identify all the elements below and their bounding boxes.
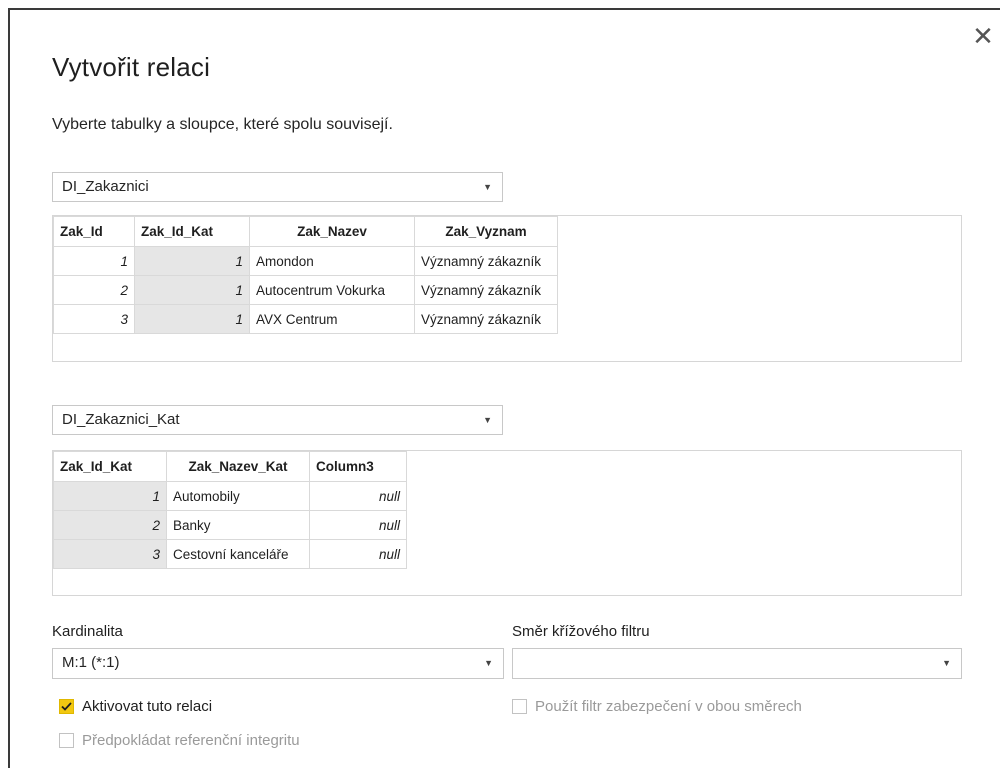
table-row: 2 Banky null	[53, 510, 407, 540]
table-cell: Významný zákazník	[414, 304, 558, 334]
cross-filter-label: Směr křížového filtru	[512, 623, 650, 640]
cardinality-select[interactable]: M:1 (*:1) ▼	[52, 648, 504, 679]
table-cell: null	[309, 481, 407, 511]
table2-col-header[interactable]: Zak_Nazev_Kat	[166, 451, 310, 482]
table2-select-value: DI_Zakaznici_Kat	[62, 411, 180, 428]
referential-integrity-checkbox[interactable]: Předpokládat referenční integritu	[59, 732, 300, 749]
table1-col-header[interactable]: Zak_Vyznam	[414, 216, 558, 247]
table-cell: Významný zákazník	[414, 246, 558, 276]
table-cell: Cestovní kanceláře	[166, 539, 310, 569]
table-cell: Banky	[166, 510, 310, 540]
table2-col-header[interactable]: Zak_Id_Kat	[53, 451, 167, 482]
table-cell: 2	[53, 510, 167, 540]
table1-header-row: Zak_Id Zak_Id_Kat Zak_Nazev Zak_Vyznam	[53, 216, 558, 247]
chevron-down-icon: ▼	[483, 415, 492, 425]
activate-relation-checkbox[interactable]: Aktivovat tuto relaci	[59, 698, 212, 715]
table-row: 1 Automobily null	[53, 481, 407, 511]
table-cell: 1	[134, 275, 250, 305]
table-cell: 3	[53, 539, 167, 569]
table-cell: 1	[134, 304, 250, 334]
table2-select[interactable]: DI_Zakaznici_Kat ▼	[52, 405, 503, 435]
table1-col-header[interactable]: Zak_Nazev	[249, 216, 415, 247]
table1-col-header[interactable]: Zak_Id_Kat	[134, 216, 250, 247]
table2-grid: Zak_Id_Kat Zak_Nazev_Kat Column3 1 Autom…	[53, 451, 407, 569]
table-row: 2 1 Autocentrum Vokurka Významný zákazní…	[53, 275, 558, 305]
table2-header-row: Zak_Id_Kat Zak_Nazev_Kat Column3	[53, 451, 407, 482]
referential-integrity-label: Předpokládat referenční integritu	[82, 732, 300, 749]
checkmark-icon	[59, 699, 74, 714]
table-cell: Automobily	[166, 481, 310, 511]
cardinality-label: Kardinalita	[52, 623, 123, 640]
cardinality-value: M:1 (*:1)	[62, 654, 120, 671]
table-row: 3 1 AVX Centrum Významný zákazník	[53, 304, 558, 334]
close-icon[interactable]: ✕	[972, 23, 994, 49]
table-cell: 1	[53, 246, 135, 276]
table-cell: 1	[134, 246, 250, 276]
table-cell: 2	[53, 275, 135, 305]
chevron-down-icon: ▼	[483, 182, 492, 192]
table-cell: 3	[53, 304, 135, 334]
chevron-down-icon: ▼	[484, 658, 493, 668]
chevron-down-icon: ▼	[942, 658, 951, 668]
table-cell: Významný zákazník	[414, 275, 558, 305]
table1-grid: Zak_Id Zak_Id_Kat Zak_Nazev Zak_Vyznam 1…	[53, 216, 558, 334]
checkbox-empty-icon	[59, 733, 74, 748]
table-cell: Amondon	[249, 246, 415, 276]
table2-preview: Zak_Id_Kat Zak_Nazev_Kat Column3 1 Autom…	[52, 450, 962, 596]
table2-col-header[interactable]: Column3	[309, 451, 407, 482]
checkbox-empty-icon	[512, 699, 527, 714]
security-filter-label: Použít filtr zabezpečení v obou směrech	[535, 698, 802, 715]
table1-col-header[interactable]: Zak_Id	[53, 216, 135, 247]
table1-preview: Zak_Id Zak_Id_Kat Zak_Nazev Zak_Vyznam 1…	[52, 215, 962, 362]
dialog-title: Vytvořit relaci	[52, 52, 211, 82]
table1-select[interactable]: DI_Zakaznici ▼	[52, 172, 503, 202]
security-filter-checkbox[interactable]: Použít filtr zabezpečení v obou směrech	[512, 698, 802, 715]
table-row: 3 Cestovní kanceláře null	[53, 539, 407, 569]
table-cell: null	[309, 510, 407, 540]
table-cell: null	[309, 539, 407, 569]
cross-filter-select[interactable]: ▼	[512, 648, 962, 679]
table-cell: Autocentrum Vokurka	[249, 275, 415, 305]
dialog-subtitle: Vyberte tabulky a sloupce, které spolu s…	[52, 116, 393, 133]
table1-select-value: DI_Zakaznici	[62, 178, 149, 195]
table-cell: 1	[53, 481, 167, 511]
table-cell: AVX Centrum	[249, 304, 415, 334]
activate-relation-label: Aktivovat tuto relaci	[82, 698, 213, 715]
table-row: 1 1 Amondon Významný zákazník	[53, 246, 558, 276]
